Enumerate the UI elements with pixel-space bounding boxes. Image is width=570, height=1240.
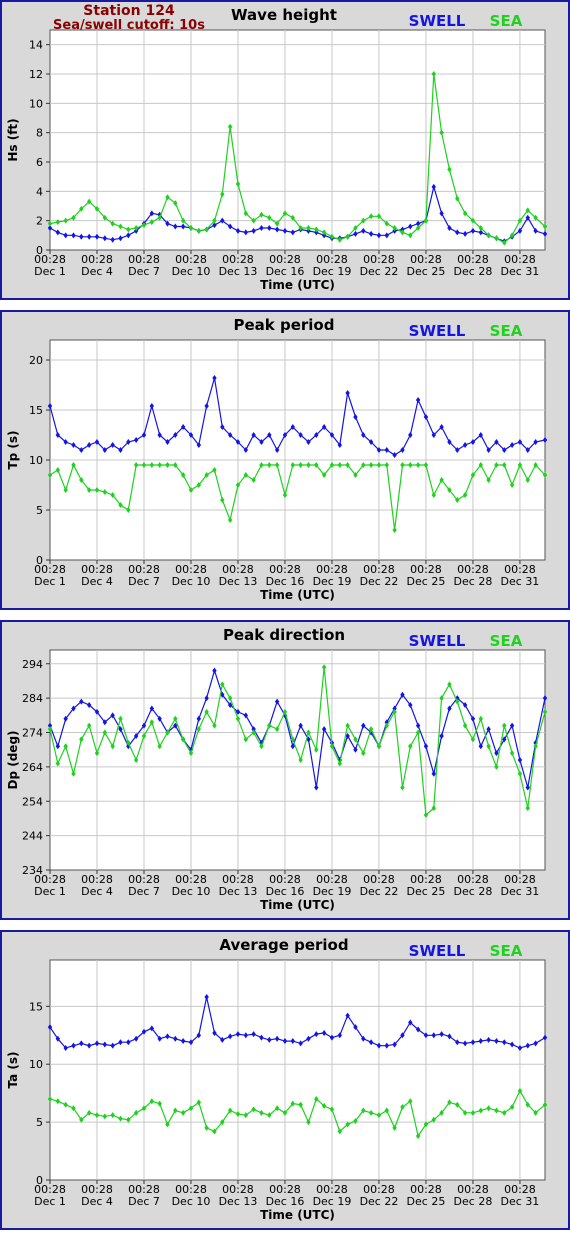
x-tick-date: Dec 13 xyxy=(219,575,258,588)
x-tick-date: Dec 4 xyxy=(81,265,113,278)
y-tick-label: 4 xyxy=(36,185,43,198)
station-name: Station 124 xyxy=(83,3,175,19)
y-tick-label: 8 xyxy=(36,127,43,140)
chart-title: Wave height xyxy=(231,6,337,24)
y-axis-label: Ta (s) xyxy=(6,1051,20,1088)
x-tick-date: Dec 10 xyxy=(172,575,211,588)
wave-height-panel: 0 2 4 6 8 10 12 14 00:28 Dec 1 00:28 Dec 4 00:28 Dec … xyxy=(0,0,570,300)
legend-swell: SWELL xyxy=(409,322,466,340)
x-tick-date: Dec 1 xyxy=(34,265,66,278)
peak-direction-chart: 23424425426427428429400:28Dec 100:28Dec … xyxy=(0,620,570,920)
x-tick-date: Dec 16 xyxy=(266,265,305,278)
x-axis-label: Time (UTC) xyxy=(260,1208,335,1222)
x-tick-date: Dec 10 xyxy=(172,885,211,898)
x-tick-date: Dec 22 xyxy=(360,1195,399,1208)
y-tick-label: 14 xyxy=(29,39,43,52)
x-tick-date: Dec 31 xyxy=(501,1195,540,1208)
x-tick-date: Dec 28 xyxy=(454,1195,493,1208)
x-tick-date: Dec 7 xyxy=(128,265,160,278)
x-tick-date: Dec 19 xyxy=(313,885,352,898)
x-tick-date: Dec 22 xyxy=(360,575,399,588)
x-tick-date: Dec 7 xyxy=(128,885,160,898)
wave-height-chart: 0246810121400:28Dec 100:28Dec 400:28Dec … xyxy=(0,0,570,300)
y-tick-label: 244 xyxy=(22,830,43,843)
x-tick-date: Dec 25 xyxy=(407,885,446,898)
legend-swell: SWELL xyxy=(409,632,466,650)
y-axis-label: Hs (ft) xyxy=(6,118,20,161)
x-tick-date: Dec 10 xyxy=(172,265,211,278)
legend-sea: SEA xyxy=(490,632,523,650)
average-period-chart: 05101500:28Dec 100:28Dec 400:28Dec 700:2… xyxy=(0,930,570,1230)
y-tick-label: 294 xyxy=(22,658,43,671)
x-tick-date: Dec 28 xyxy=(454,885,493,898)
y-tick-label: 274 xyxy=(22,727,43,740)
x-tick-date: Dec 28 xyxy=(454,265,493,278)
x-axis-label: Time (UTC) xyxy=(260,898,335,912)
x-tick-date: Dec 31 xyxy=(501,575,540,588)
chart-title: Peak direction xyxy=(223,626,345,644)
y-tick-label: 15 xyxy=(29,1000,43,1013)
x-tick-date: Dec 31 xyxy=(501,885,540,898)
x-tick-date: Dec 1 xyxy=(34,575,66,588)
x-tick-date: Dec 7 xyxy=(128,575,160,588)
y-tick-label: 264 xyxy=(22,761,43,774)
x-axis-label: Time (UTC) xyxy=(260,588,335,602)
y-tick-label: 10 xyxy=(29,454,43,467)
legend-sea: SEA xyxy=(490,942,523,960)
peak-period-chart: 0510152000:28Dec 100:28Dec 400:28Dec 700… xyxy=(0,310,570,610)
y-tick-label: 10 xyxy=(29,1058,43,1071)
plot-area xyxy=(49,29,546,251)
y-tick-label: 2 xyxy=(36,215,43,228)
x-tick-date: Dec 25 xyxy=(407,265,446,278)
x-tick-date: Dec 28 xyxy=(454,575,493,588)
legend-sea: SEA xyxy=(490,322,523,340)
station-cutoff: Sea/swell cutoff: 10s xyxy=(53,18,205,33)
y-axis-label: Tp (s) xyxy=(6,430,20,469)
x-axis-label: Time (UTC) xyxy=(260,278,335,292)
y-tick-label: 284 xyxy=(22,692,43,705)
plot-area xyxy=(49,649,546,871)
x-tick-date: Dec 1 xyxy=(34,885,66,898)
x-tick-date: Dec 16 xyxy=(266,575,305,588)
x-tick-date: Dec 25 xyxy=(407,575,446,588)
x-tick-date: Dec 1 xyxy=(34,1195,66,1208)
x-tick-date: Dec 16 xyxy=(266,1195,305,1208)
y-tick-label: 12 xyxy=(29,68,43,81)
y-tick-label: 5 xyxy=(36,1116,43,1129)
chart-title: Peak period xyxy=(234,316,335,334)
x-tick-date: Dec 4 xyxy=(81,575,113,588)
x-tick-date: Dec 22 xyxy=(360,885,399,898)
average-period-panel: 0 5 10 15 00:28 Dec 1 00:28 Dec 4 00:28 Dec 7 00:2… xyxy=(0,930,570,1230)
x-tick-date: Dec 19 xyxy=(313,265,352,278)
x-tick-date: Dec 4 xyxy=(81,1195,113,1208)
x-tick-date: Dec 25 xyxy=(407,1195,446,1208)
x-tick-date: Dec 22 xyxy=(360,265,399,278)
y-axis-label: Dp (deg) xyxy=(6,730,20,789)
x-tick-date: Dec 10 xyxy=(172,1195,211,1208)
chart-title: Average period xyxy=(219,936,348,954)
y-tick-label: 10 xyxy=(29,97,43,110)
x-tick-date: Dec 19 xyxy=(313,575,352,588)
peak-period-panel: 0 5 10 15 20 00:28 Dec 1 00:28 Dec 4 00:28 Dec 7 00… xyxy=(0,310,570,610)
y-tick-label: 15 xyxy=(29,404,43,417)
plot-area xyxy=(49,339,546,561)
x-tick-date: Dec 31 xyxy=(501,265,540,278)
x-tick-date: Dec 16 xyxy=(266,885,305,898)
y-tick-label: 6 xyxy=(36,156,43,169)
legend-swell: SWELL xyxy=(409,12,466,30)
x-tick-date: Dec 7 xyxy=(128,1195,160,1208)
y-tick-label: 254 xyxy=(22,795,43,808)
legend-swell: SWELL xyxy=(409,942,466,960)
x-tick-date: Dec 19 xyxy=(313,1195,352,1208)
x-tick-date: Dec 13 xyxy=(219,885,258,898)
x-tick-date: Dec 13 xyxy=(219,265,258,278)
peak-direction-panel: 234 244 254 264 274 284 294 00:28 Dec 1 00:28 Dec … xyxy=(0,620,570,920)
plot-area xyxy=(49,959,546,1181)
y-tick-label: 20 xyxy=(29,354,43,367)
y-tick-label: 5 xyxy=(36,504,43,517)
legend-sea: SEA xyxy=(490,12,523,30)
x-tick-date: Dec 13 xyxy=(219,1195,258,1208)
x-tick-date: Dec 4 xyxy=(81,885,113,898)
